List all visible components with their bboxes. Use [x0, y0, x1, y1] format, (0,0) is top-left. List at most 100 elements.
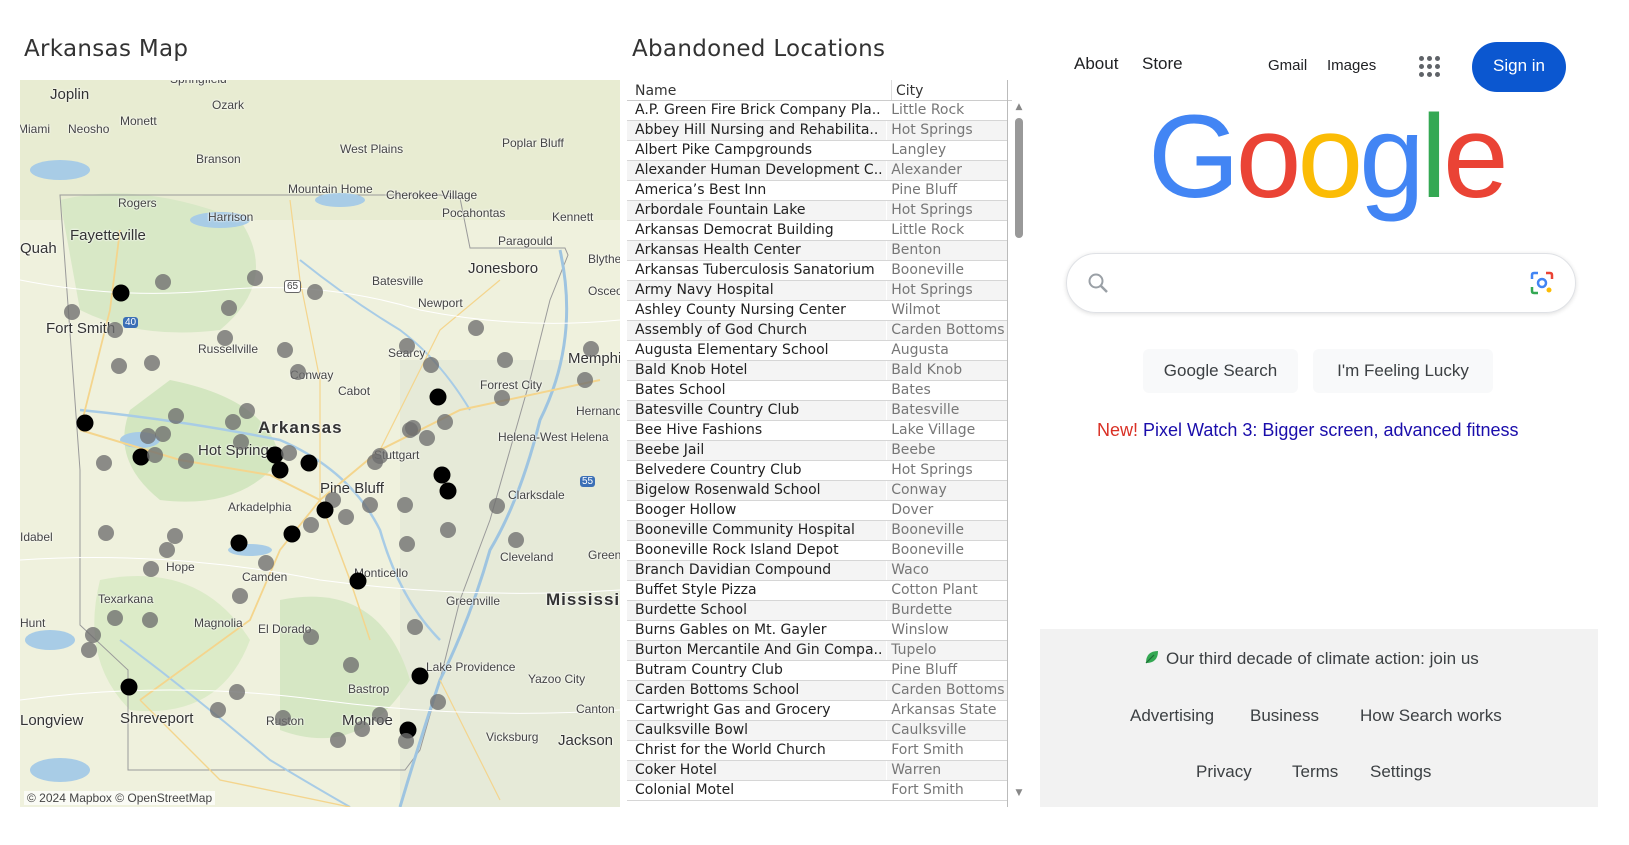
footer-business-link[interactable]: Business [1250, 706, 1319, 726]
location-point[interactable] [64, 304, 80, 320]
location-point[interactable] [120, 678, 138, 696]
table-row[interactable]: Bee Hive Fashions Lake Village [627, 421, 1007, 441]
location-point[interactable] [303, 517, 319, 533]
climate-link[interactable]: Our third decade of climate action: join… [1144, 649, 1479, 669]
location-point[interactable] [159, 542, 175, 558]
table-row[interactable]: America’s Best Inn Pine Bluff [627, 181, 1007, 201]
location-point[interactable] [407, 619, 423, 635]
table-row[interactable]: Belvedere Country Club Hot Springs [627, 461, 1007, 481]
table-row[interactable]: Colonial Motel Fort Smith [627, 781, 1007, 801]
footer-settings-link[interactable]: Settings [1370, 762, 1431, 782]
location-point[interactable] [107, 322, 123, 338]
location-point[interactable] [155, 274, 171, 290]
location-point[interactable] [411, 667, 429, 685]
table-row[interactable]: Alexander Human Development C.. Alexander [627, 161, 1007, 181]
location-point[interactable] [107, 610, 123, 626]
column-header-name[interactable]: Name [627, 80, 891, 100]
location-point[interactable] [433, 466, 451, 484]
location-point[interactable] [338, 509, 354, 525]
location-point[interactable] [468, 320, 484, 336]
table-row[interactable]: Arbordale Fountain Lake Hot Springs [627, 201, 1007, 221]
table-row[interactable]: Batesville Country Club Batesville [627, 401, 1007, 421]
table-row[interactable]: Assembly of God Church Carden Bottoms [627, 321, 1007, 341]
location-point[interactable] [497, 352, 513, 368]
location-point[interactable] [316, 501, 334, 519]
sign-in-button[interactable]: Sign in [1472, 42, 1566, 92]
location-point[interactable] [98, 525, 114, 541]
table-row[interactable]: Albert Pike Campgrounds Langley [627, 141, 1007, 161]
location-point[interactable] [111, 358, 127, 374]
location-point[interactable] [230, 534, 248, 552]
location-point[interactable] [178, 453, 194, 469]
location-point[interactable] [307, 284, 323, 300]
location-point[interactable] [399, 338, 415, 354]
location-point[interactable] [239, 403, 255, 419]
location-point[interactable] [583, 341, 599, 357]
location-point[interactable] [247, 270, 263, 286]
google-apps-icon[interactable] [1419, 56, 1441, 78]
location-points[interactable] [20, 80, 620, 807]
nav-gmail-link[interactable]: Gmail [1268, 57, 1307, 74]
table-row[interactable]: Ashley County Nursing Center Wilmot [627, 301, 1007, 321]
table-row[interactable]: Booger Hollow Dover [627, 501, 1007, 521]
location-point[interactable] [144, 355, 160, 371]
location-point[interactable] [349, 572, 367, 590]
promo-link[interactable]: Pixel Watch 3: Bigger screen, advanced f… [1138, 420, 1519, 440]
scroll-thumb[interactable] [1015, 118, 1023, 238]
locations-table[interactable]: Name City A.P. Green Fire Brick Company … [627, 80, 1012, 807]
table-row[interactable]: Army Navy Hospital Hot Springs [627, 281, 1007, 301]
table-row[interactable]: Coker Hotel Warren [627, 761, 1007, 781]
location-point[interactable] [397, 497, 413, 513]
table-row[interactable]: Butram Country Club Pine Bluff [627, 661, 1007, 681]
table-row[interactable]: Arkansas Health Center Benton [627, 241, 1007, 261]
location-point[interactable] [439, 482, 457, 500]
location-point[interactable] [367, 454, 383, 470]
table-row[interactable]: Arkansas Democrat Building Little Rock [627, 221, 1007, 241]
arkansas-map[interactable]: SpringfieldJoplinOzarkMiamiNeoshoMonettW… [20, 80, 620, 807]
location-point[interactable] [577, 372, 593, 388]
table-row[interactable]: Branch Davidian Compound Waco [627, 561, 1007, 581]
location-point[interactable] [221, 300, 237, 316]
nav-store-link[interactable]: Store [1142, 54, 1183, 74]
location-point[interactable] [142, 612, 158, 628]
location-point[interactable] [508, 532, 524, 548]
location-point[interactable] [440, 522, 456, 538]
location-point[interactable] [430, 694, 446, 710]
location-point[interactable] [155, 426, 171, 442]
location-point[interactable] [275, 710, 291, 726]
location-point[interactable] [232, 588, 248, 604]
table-row[interactable]: Augusta Elementary School Augusta [627, 341, 1007, 361]
location-point[interactable] [343, 657, 359, 673]
table-row[interactable]: A.P. Green Fire Brick Company Pla.. Littl… [627, 101, 1007, 121]
location-point[interactable] [437, 414, 453, 430]
table-row[interactable]: Booneville Rock Island Depot Booneville [627, 541, 1007, 561]
location-point[interactable] [300, 454, 318, 472]
footer-advertising-link[interactable]: Advertising [1130, 706, 1214, 726]
table-row[interactable]: Bald Knob Hotel Bald Knob [627, 361, 1007, 381]
location-point[interactable] [147, 447, 163, 463]
location-point[interactable] [258, 555, 274, 571]
location-point[interactable] [167, 528, 183, 544]
footer-terms-link[interactable]: Terms [1292, 762, 1338, 782]
table-row[interactable]: Arkansas Tuberculosis Sanatorium Boonevil… [627, 261, 1007, 281]
location-point[interactable] [362, 497, 378, 513]
table-row[interactable]: Cartwright Gas and Grocery Arkansas State [627, 701, 1007, 721]
location-point[interactable] [303, 629, 319, 645]
location-point[interactable] [132, 448, 150, 466]
column-header-city[interactable]: City [891, 80, 1006, 100]
location-point[interactable] [81, 642, 97, 658]
location-point[interactable] [372, 707, 388, 723]
location-point[interactable] [96, 455, 112, 471]
location-point[interactable] [489, 498, 505, 514]
location-point[interactable] [143, 561, 159, 577]
feeling-lucky-button[interactable]: I'm Feeling Lucky [1313, 349, 1493, 393]
nav-images-link[interactable]: Images [1327, 57, 1376, 74]
location-point[interactable] [233, 434, 249, 450]
location-point[interactable] [429, 388, 447, 406]
location-point[interactable] [271, 461, 289, 479]
location-point[interactable] [419, 430, 435, 446]
location-point[interactable] [210, 702, 226, 718]
google-lens-icon[interactable] [1529, 270, 1555, 296]
search-box[interactable] [1066, 253, 1576, 313]
table-row[interactable]: Abbey Hill Nursing and Rehabilita.. Hot S… [627, 121, 1007, 141]
